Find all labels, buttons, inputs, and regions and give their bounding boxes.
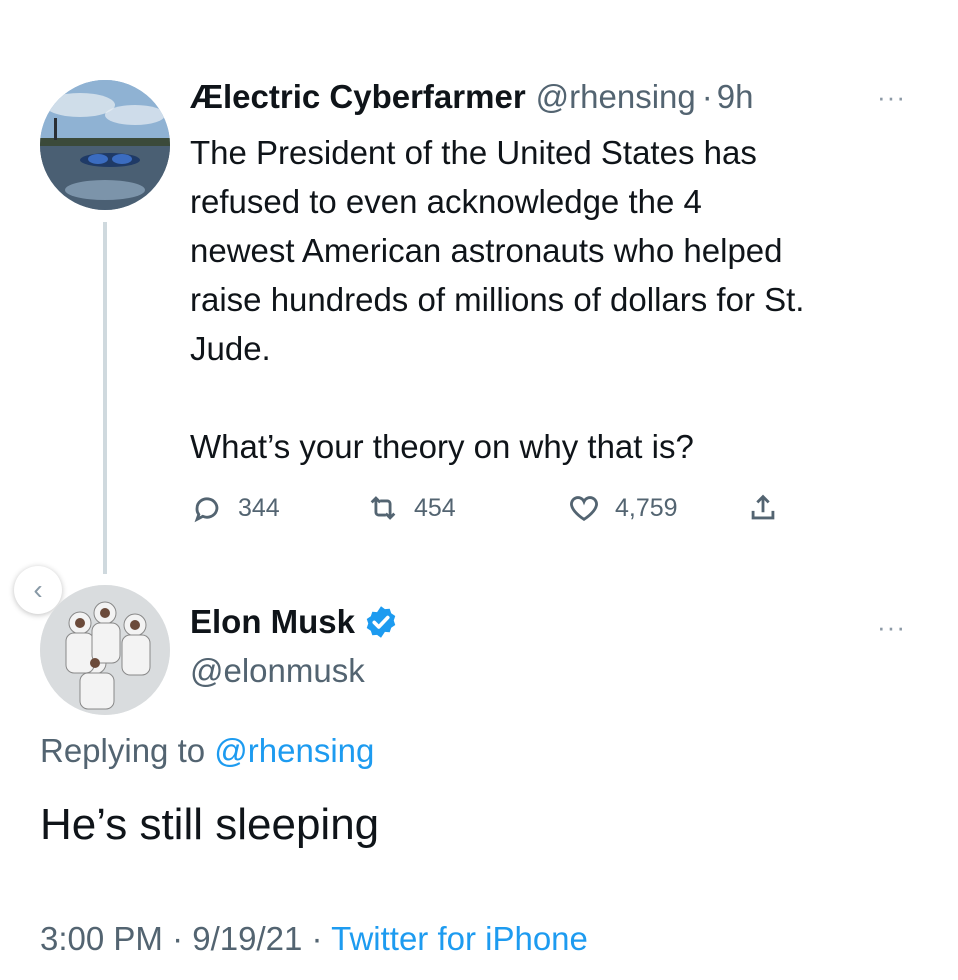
parent-tweet-header: Ælectric Cyberfarmer @rhensing · 9h xyxy=(190,78,753,122)
parent-display-name[interactable]: Ælectric Cyberfarmer xyxy=(190,78,526,116)
replying-to-mention[interactable]: @rhensing xyxy=(214,732,374,769)
reply-display-name[interactable]: Elon Musk xyxy=(190,603,355,641)
share-icon xyxy=(751,494,775,520)
more-options-icon[interactable]: ··· xyxy=(877,82,906,113)
tweet-footer-meta: 3:00 PM · 9/19/21 · Twitter for iPhone xyxy=(40,920,588,958)
time-separator: · xyxy=(701,78,713,115)
avatar-photo-icon xyxy=(40,585,170,715)
retweet-button[interactable]: 454 xyxy=(366,491,456,525)
parent-tweet-text: The President of the United States has r… xyxy=(190,134,805,465)
like-count: 4,759 xyxy=(615,493,678,522)
avatar-elonmusk[interactable] xyxy=(40,585,170,715)
avatar-rhensing[interactable] xyxy=(40,80,170,210)
parent-handle[interactable]: @rhensing xyxy=(536,78,696,116)
more-options-icon[interactable]: ··· xyxy=(877,612,906,643)
replying-to-line: Replying to @rhensing xyxy=(40,732,374,770)
parent-timestamp[interactable]: 9h xyxy=(717,78,754,116)
thread-connector-line xyxy=(103,222,107,574)
parent-tweet-actions: 344 454 4,759 xyxy=(190,486,810,530)
heart-icon xyxy=(570,496,598,522)
reply-handle[interactable]: @elonmusk xyxy=(190,652,365,690)
share-button[interactable] xyxy=(746,491,780,525)
like-button[interactable]: 4,759 xyxy=(567,491,678,525)
tweet-time[interactable]: 3:00 PM xyxy=(40,920,163,957)
footer-separator: · xyxy=(172,920,184,957)
reply-icon xyxy=(194,497,219,523)
retweet-icon xyxy=(370,496,396,520)
avatar-photo-icon xyxy=(40,80,170,210)
tweet-source-link[interactable]: Twitter for iPhone xyxy=(331,920,588,957)
reply-count: 344 xyxy=(238,493,280,522)
replying-to-label: Replying to xyxy=(40,732,206,769)
tweet-date[interactable]: 9/19/21 xyxy=(192,920,302,957)
footer-separator: · xyxy=(311,920,323,957)
reply-author-row: Elon Musk xyxy=(190,603,399,641)
retweet-count: 454 xyxy=(414,493,456,522)
reply-tweet-text: He’s still sleeping xyxy=(40,800,380,849)
verified-badge-icon xyxy=(366,606,396,638)
reply-button[interactable]: 344 xyxy=(190,491,280,525)
